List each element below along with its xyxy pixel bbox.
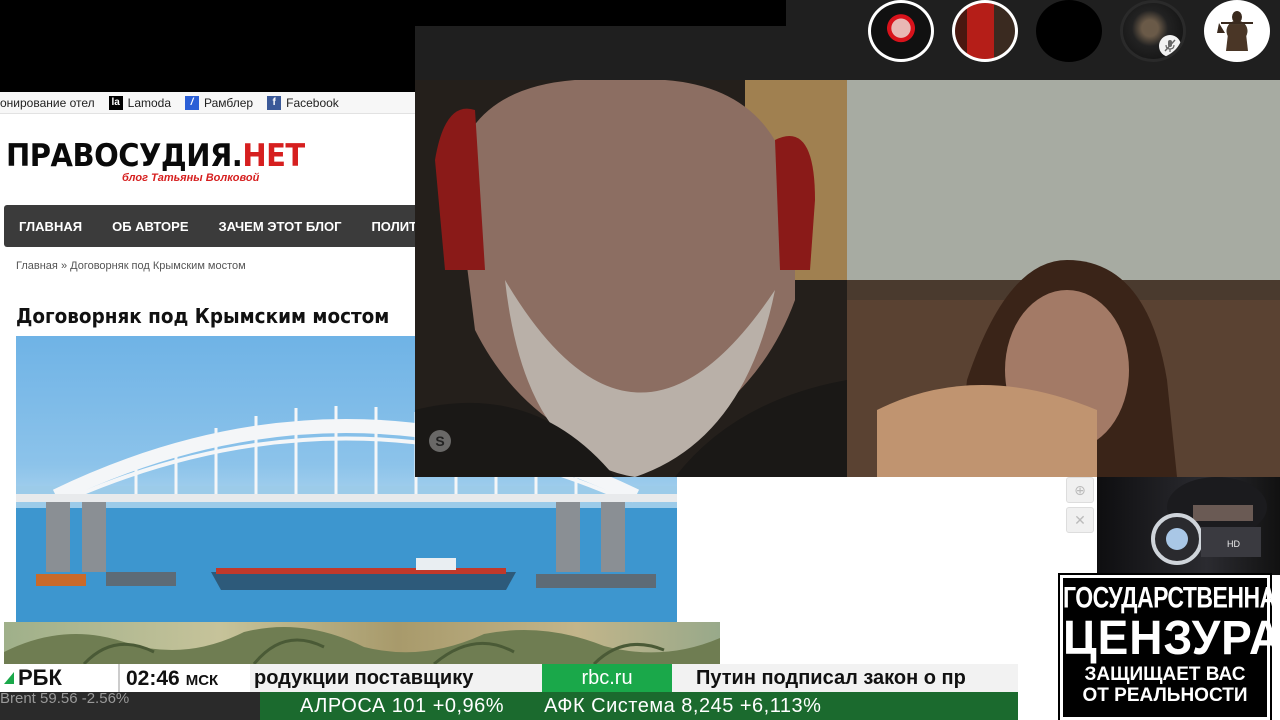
censorship-badge: ГОСУДАРСТВЕННАЯ ЦЕНЗУРА ЗАЩИЩАЕТ ВАС ОТ …: [1058, 573, 1280, 720]
camera-illustration: HD: [1151, 477, 1267, 565]
censor-line-3: ЗАЩИЩАЕТ ВАС: [1084, 664, 1246, 685]
ticker-news-1: родукции поставщику: [254, 666, 474, 689]
clock-time: 02:46: [126, 667, 180, 690]
logo-main-text: ПРАВОСУДИЯ.: [6, 136, 243, 174]
article-title: Договорняк под Крымским мостом: [16, 304, 390, 328]
skype-icon: S: [429, 430, 451, 452]
call-header: [415, 26, 786, 80]
participant-avatar-1[interactable]: [868, 0, 934, 62]
channel-logo: РБК: [0, 664, 118, 692]
news-ticker-top: РБК 02:46 МСК родукции поставщику rbc.ru…: [0, 664, 1018, 692]
bookmark-label: онирование отел: [0, 95, 95, 110]
clock-timezone: МСК: [185, 672, 219, 689]
breadcrumb: Главная » Договорняк под Крымским мостом: [16, 260, 246, 272]
censor-line-4: ОТ РЕАЛЬНОСТИ: [1082, 685, 1248, 706]
side-share-icons: ⊕ ✕: [1066, 477, 1096, 557]
breadcrumb-home-link[interactable]: Главная: [16, 260, 58, 272]
top-black-band: [0, 0, 786, 26]
ticker-site-tag: rbc.ru: [542, 664, 672, 692]
participant-avatar-2[interactable]: [952, 0, 1018, 62]
video-feed-participant-2[interactable]: [847, 80, 1280, 477]
bookmark-label: Рамблер: [204, 95, 254, 110]
bookmark-label: Lamoda: [127, 95, 172, 110]
plant-illustration: [4, 627, 720, 664]
rambler-icon: /: [185, 95, 200, 110]
bookmark-lamoda[interactable]: la Lamoda: [108, 95, 172, 110]
bookmark-hotel[interactable]: онирование отел: [0, 96, 95, 110]
screen: онирование отел la Lamoda / Рамблер f Faceb…: [0, 0, 1280, 720]
bookmark-label: Facebook: [286, 95, 339, 110]
censor-line-2: ЦЕНЗУРА: [1063, 609, 1280, 665]
site-logo[interactable]: ПРАВОСУДИЯ.НЕТ: [6, 137, 305, 174]
participant-1-video-frame: [415, 80, 847, 477]
nav-item-why-blog[interactable]: ЗАЧЕМ ЭТОТ БЛОГ: [204, 219, 357, 234]
mic-off-icon: [1159, 35, 1181, 57]
share-icon[interactable]: ⊕: [1066, 477, 1094, 503]
bookmarks-bar: онирование отел la Lamoda / Рамблер f Faceb…: [0, 92, 415, 114]
svg-text:HD: HD: [1227, 539, 1240, 549]
plant-strip-image: [4, 622, 720, 664]
nav-item-about[interactable]: ОБ АВТОРЕ: [97, 219, 203, 234]
nav-item-home[interactable]: ГЛАВНАЯ: [4, 219, 97, 234]
mic-off-icon-glyph: [1164, 39, 1176, 52]
ticker-clock: 02:46 МСК: [118, 664, 250, 692]
facebook-icon: f: [267, 95, 282, 110]
close-icon[interactable]: ✕: [1066, 507, 1094, 533]
justice-statue-icon: [1217, 11, 1253, 51]
breadcrumb-separator: »: [60, 260, 68, 272]
ticker-brent: Brent 59.56 -2.56%: [0, 692, 260, 720]
ticker-quote-afk: АФК Система 8,245 +6,113%: [544, 694, 822, 717]
video-feed-participant-1[interactable]: S: [415, 80, 847, 477]
brent-quote: Brent 59.56 -2.56%: [0, 692, 130, 707]
stock-ticker: Brent 59.56 -2.56% АЛРОСА 101 +0,96% АФК…: [0, 692, 1018, 720]
main-nav: ГЛАВНАЯ ОБ АВТОРЕ ЗАЧЕМ ЭТОТ БЛОГ ПОЛИТ: [4, 205, 415, 247]
bookmark-facebook[interactable]: f Facebook: [267, 95, 339, 110]
bookmark-rambler[interactable]: / Рамблер: [185, 95, 254, 110]
ticker-quote-alrosa: АЛРОСА 101 +0,96%: [300, 694, 505, 717]
participant-avatar-3[interactable]: [1036, 0, 1102, 62]
top-black-band-left: [0, 26, 415, 92]
participant-avatars: [868, 0, 1280, 62]
participant-avatar-4[interactable]: [1120, 0, 1186, 62]
breadcrumb-current: Договорняк под Крымским мостом: [70, 260, 246, 272]
ticker-news-2: Путин подписал закон о пр: [696, 666, 966, 689]
page-blank-area: [677, 477, 1097, 620]
lamoda-icon: la: [108, 95, 123, 110]
participant-avatar-5[interactable]: [1204, 0, 1270, 62]
participant-2-video-frame: [847, 80, 1280, 477]
logo-net-text: НЕТ: [242, 136, 305, 174]
nav-item-politics[interactable]: ПОЛИТ: [356, 219, 415, 234]
camera-operator-image: HD: [1097, 477, 1280, 575]
logo-subtitle: блог Татьяны Волковой: [122, 172, 260, 184]
